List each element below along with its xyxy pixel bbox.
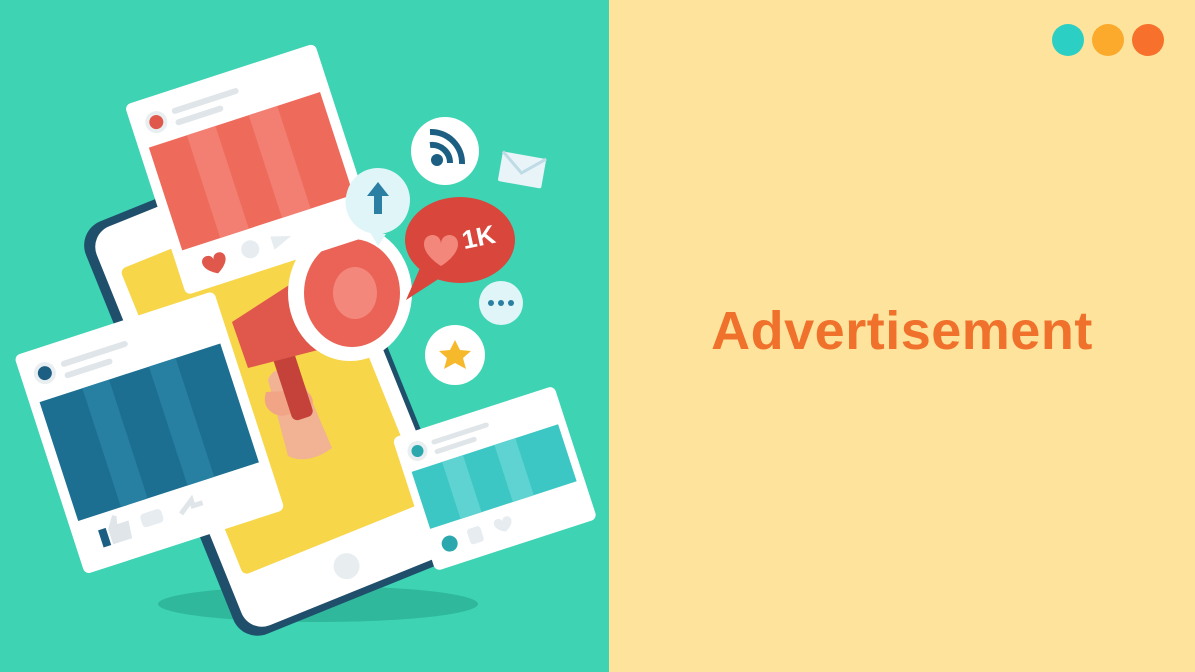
dot-yellow: [1092, 24, 1124, 56]
illustration-panel: 1K: [0, 0, 609, 672]
slide-title: Advertisement: [711, 301, 1093, 361]
window-dots: [1052, 24, 1164, 56]
envelope-icon: [498, 150, 548, 189]
social-media-marketing-illustration: [15, 44, 596, 636]
dot-orange: [1132, 24, 1164, 56]
wifi-icon: [411, 117, 479, 185]
star-icon: [425, 325, 485, 385]
ellipsis-icon: [479, 281, 523, 325]
dot-teal: [1052, 24, 1084, 56]
title-panel: Advertisement: [609, 0, 1195, 672]
